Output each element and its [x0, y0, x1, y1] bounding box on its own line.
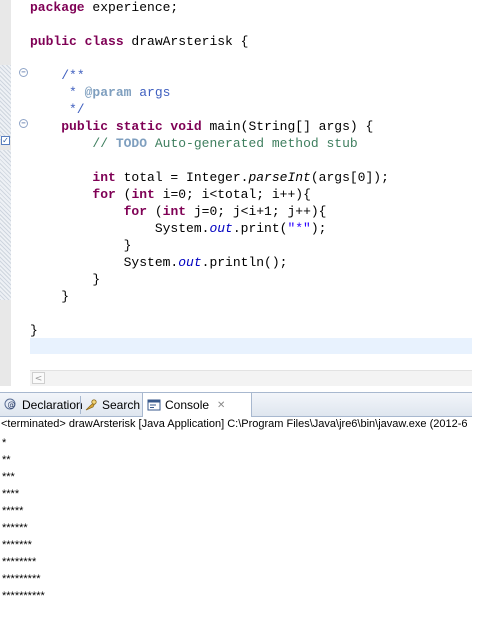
search-icon — [84, 398, 98, 412]
view-tab-bar: @ Declaration Search Console ✕ — [0, 392, 472, 417]
tab-label: Declaration — [22, 398, 83, 412]
fold-collapse-icon[interactable]: − — [19, 119, 28, 128]
console-icon — [147, 398, 161, 412]
code-line: // TODO Auto-generated method stub — [92, 136, 358, 151]
output-line: ********* — [2, 573, 41, 585]
ruler-hatch — [0, 65, 11, 140]
code-line: package experience; — [30, 0, 179, 15]
tab-divider — [80, 396, 81, 414]
console-edge — [472, 417, 477, 617]
code-line: System.out.print("*"); — [30, 221, 327, 236]
svg-text:@: @ — [8, 400, 16, 409]
output-line: ********** — [2, 590, 45, 602]
code-line: /** — [61, 68, 85, 83]
task-marker-icon[interactable]: ✓ — [1, 136, 10, 145]
code-line: public static void main(String[] args) { — [61, 119, 374, 134]
line-gutter — [11, 0, 29, 370]
output-line: ***** — [2, 505, 24, 517]
code-line: * @param args — [30, 85, 171, 100]
output-line: ****** — [2, 522, 28, 534]
declaration-icon: @ — [4, 398, 18, 412]
tab-label: Console — [165, 398, 210, 412]
tab-declaration[interactable]: @ Declaration — [2, 393, 83, 417]
current-line-highlight — [30, 338, 472, 354]
tab-search[interactable]: Search — [82, 393, 142, 417]
output-line: *** — [2, 471, 15, 483]
code-line: for (int i=0; i<total; i++){ — [92, 187, 311, 202]
tab-console[interactable]: Console ✕ — [142, 393, 252, 417]
fold-collapse-icon[interactable]: − — [19, 68, 28, 77]
console-view[interactable]: <terminated> drawArsterisk [Java Applica… — [0, 417, 477, 617]
code-line: for (int j=0; j<i+1; j++){ — [123, 204, 327, 219]
console-output: * ** *** **** ***** ****** ******* *****… — [2, 435, 45, 605]
code-line: int total = Integer.parseInt(args[0]); — [92, 170, 389, 185]
source-code[interactable]: package experience; public class drawArs… — [30, 0, 389, 339]
output-line: ******** — [2, 556, 37, 568]
editor-edge — [472, 0, 477, 386]
code-line: */ — [30, 102, 85, 117]
scroll-left-arrow-icon[interactable]: < — [32, 372, 45, 384]
output-line: **** — [2, 488, 20, 500]
output-line: ******* — [2, 539, 32, 551]
code-line: public class drawArsterisk { — [30, 34, 249, 49]
overview-ruler: ✓ — [0, 0, 11, 386]
code-editor[interactable]: ✓ − − package experience; public class d… — [0, 0, 477, 386]
output-line: * — [2, 437, 7, 449]
output-line: ** — [2, 454, 11, 466]
close-icon[interactable]: ✕ — [217, 400, 225, 411]
code-line: } — [30, 272, 101, 287]
code-line: } — [30, 323, 38, 338]
code-line: System.out.println(); — [30, 255, 288, 270]
tab-label: Search — [102, 398, 141, 412]
code-line: } — [30, 238, 132, 253]
code-line: } — [30, 289, 70, 304]
console-status: <terminated> drawArsterisk [Java Applica… — [1, 418, 468, 430]
ruler-hatch — [0, 150, 11, 300]
horizontal-scrollbar[interactable]: < — [30, 370, 472, 386]
